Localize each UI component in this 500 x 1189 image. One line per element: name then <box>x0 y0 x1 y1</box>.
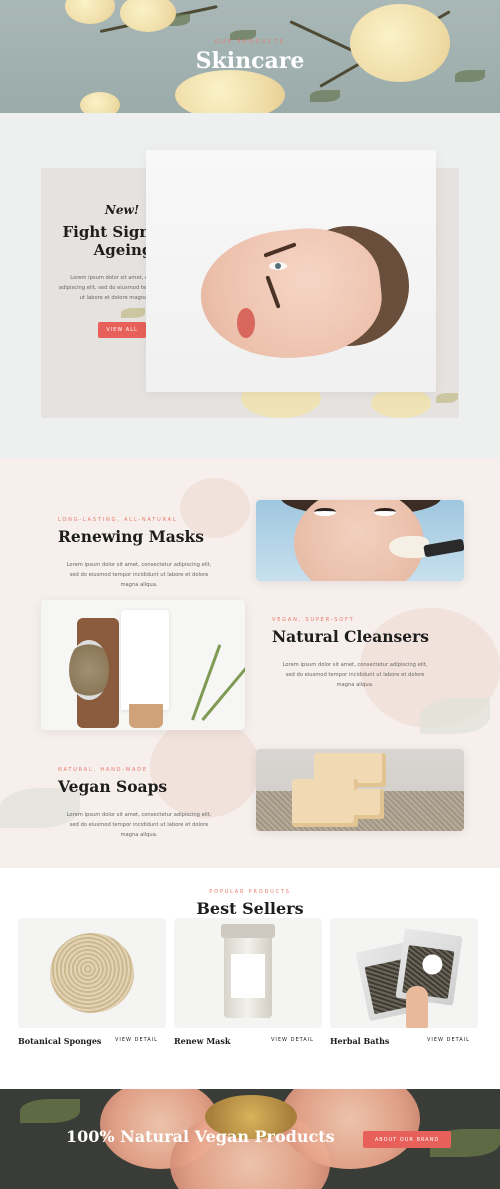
botanical-sponges-image[interactable] <box>18 918 166 1028</box>
masks-title: Renewing Masks <box>58 527 205 546</box>
cleansers-eyebrow: VEGAN, SUPER-SOFT <box>272 617 355 623</box>
view-all-button[interactable]: VIEW ALL <box>98 322 146 338</box>
view-detail-link[interactable]: VIEW DETAIL <box>427 1037 470 1043</box>
leaf-decoration <box>310 90 340 102</box>
view-detail-link[interactable]: VIEW DETAIL <box>271 1037 314 1043</box>
cleansers-description: Lorem ipsum dolor sit amet, consectetur … <box>282 662 428 688</box>
best-sellers-eyebrow: POPULAR PRODUCTS <box>209 889 291 895</box>
renew-mask-image[interactable] <box>174 918 322 1028</box>
soaps-title: Vegan Soaps <box>58 777 168 796</box>
about-our-brand-button[interactable]: ABOUT OUR BRAND <box>363 1131 451 1148</box>
feature-photo <box>146 150 436 392</box>
masks-eyebrow: LONG-LASTING, ALL-NATURAL <box>58 517 178 523</box>
flower-decoration <box>150 718 260 818</box>
page-title: Skincare <box>195 48 305 74</box>
flower-decoration <box>175 70 285 113</box>
product-name: Botanical Sponges <box>18 1036 102 1046</box>
leaf-decoration <box>420 698 490 734</box>
herbal-baths-image[interactable] <box>330 918 478 1028</box>
cleansers-title: Natural Cleansers <box>272 627 430 646</box>
leaf-decoration <box>121 308 145 318</box>
best-sellers-title: Best Sellers <box>196 899 304 918</box>
woman-face-image <box>194 220 409 368</box>
banner-headline: 100% Natural Vegan Products <box>66 1127 335 1146</box>
product-name: Renew Mask <box>174 1036 231 1046</box>
masks-description: Lorem ipsum dolor sit amet, consectetur … <box>66 562 212 588</box>
leaf-decoration <box>436 393 458 403</box>
flower-decoration <box>65 0 115 24</box>
cleanser-tube-image <box>41 600 245 730</box>
product-name: Herbal Baths <box>330 1036 390 1046</box>
hero-eyebrow: OUR PRODUCTS <box>214 39 286 45</box>
soaps-description: Lorem ipsum dolor sit amet, consectetur … <box>66 812 212 838</box>
flower-decoration <box>371 388 431 418</box>
soaps-eyebrow: NATURAL, HAND-MADE <box>58 767 148 773</box>
new-label: New! <box>104 203 140 217</box>
soap-bars-image <box>256 749 464 831</box>
makeup-brush-image <box>256 500 464 581</box>
flower-decoration <box>120 0 176 32</box>
flower-decoration <box>80 92 120 113</box>
view-detail-link[interactable]: VIEW DETAIL <box>115 1037 158 1043</box>
hero-banner: OUR PRODUCTS Skincare <box>0 0 500 113</box>
leaf-decoration <box>20 1099 80 1123</box>
